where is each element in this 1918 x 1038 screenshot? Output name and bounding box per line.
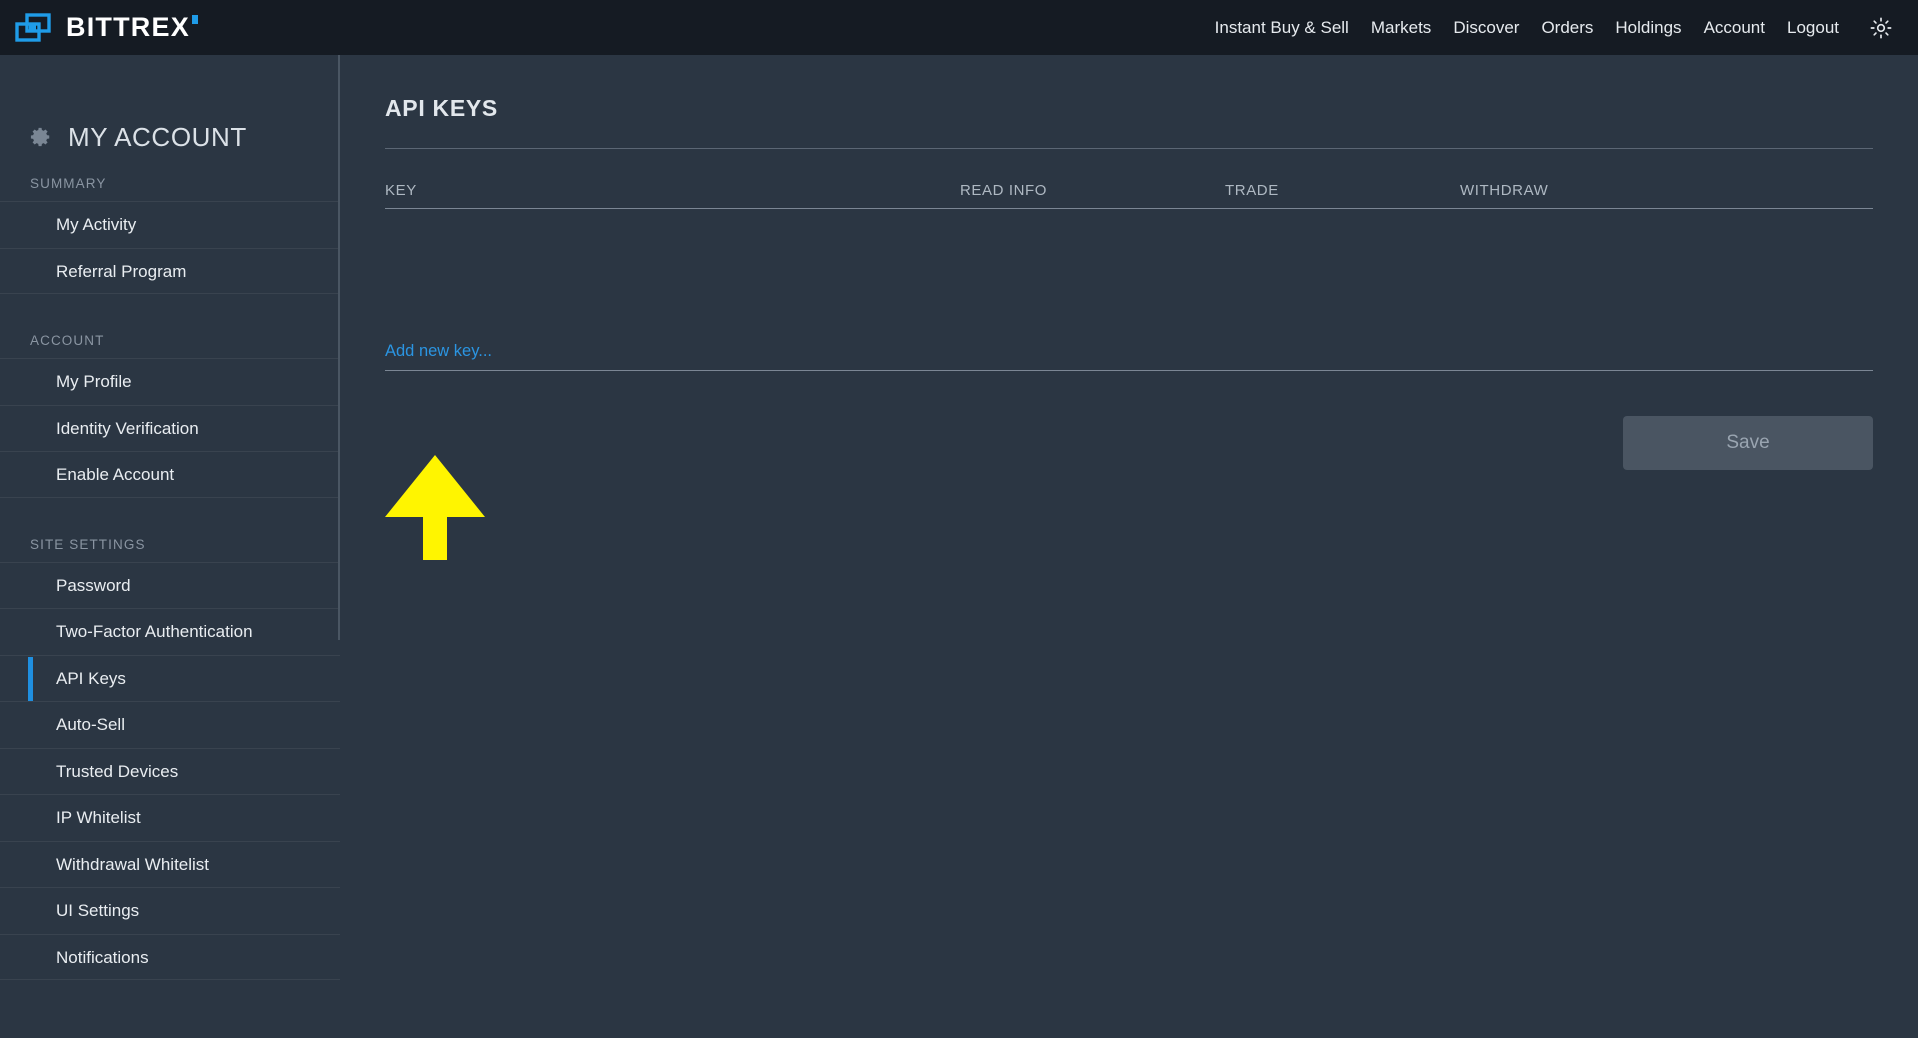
sidebar-item-label: Notifications [56,947,149,967]
nav-item-orders[interactable]: Orders [1530,0,1604,55]
title-divider [385,148,1873,149]
account-sidebar: MY ACCOUNT SUMMARY My Activity Referral … [0,55,340,1038]
sidebar-item-identity-verification[interactable]: Identity Verification [0,404,340,452]
sidebar-item-password[interactable]: Password [0,561,340,609]
sidebar-item-my-activity[interactable]: My Activity [0,201,340,248]
sidebar-section-label-account: ACCOUNT [30,333,105,348]
save-row: Save [340,371,1918,470]
add-new-key-row: Add new key... [385,342,1873,371]
api-keys-table-body [340,209,1918,342]
brand-name: BITTREX [66,14,198,41]
sidebar-item-label: Referral Program [56,261,187,281]
sidebar-item-auto-sell[interactable]: Auto-Sell [0,701,340,748]
sun-icon[interactable] [1868,15,1894,41]
sidebar-item-two-factor-authentication[interactable]: Two-Factor Authentication [0,608,340,655]
add-new-key-link[interactable]: Add new key... [385,342,492,361]
sidebar-title-label: MY ACCOUNT [68,121,247,152]
sidebar-item-referral-program[interactable]: Referral Program [0,247,340,294]
nav-item-account[interactable]: Account [1693,0,1776,55]
sidebar-item-label: IP Whitelist [56,808,141,827]
nav-item-instant-buy-sell[interactable]: Instant Buy & Sell [1204,0,1360,55]
brand-accent-tick [191,15,198,24]
sidebar-section-label-site-settings: SITE SETTINGS [30,536,146,552]
sidebar-group-site-settings: SITE SETTINGS Password Two-Factor Authen… [0,528,340,980]
column-header-key: KEY [385,182,417,199]
sidebar-group-account: ACCOUNT My Profile Identity Verification… [0,324,340,498]
gear-icon [30,126,52,148]
sidebar-item-label: Two-Factor Authentication [56,622,253,641]
sidebar-section-label-summary: SUMMARY [30,176,107,191]
sidebar-item-my-profile[interactable]: My Profile [0,358,340,405]
sidebar-item-label: UI Settings [56,901,140,920]
top-navigation: Instant Buy & Sell Markets Discover Orde… [1204,0,1902,55]
bittrex-logo-icon [14,12,52,43]
sidebar-item-enable-account[interactable]: Enable Account [0,451,340,498]
nav-item-markets[interactable]: Markets [1360,0,1442,55]
column-header-withdraw: WITHDRAW [1460,182,1549,199]
sidebar-item-ui-settings[interactable]: UI Settings [0,887,340,934]
sidebar-item-label: Identity Verification [56,418,199,438]
sidebar-item-api-keys[interactable]: API Keys [0,654,340,701]
sidebar-item-label: Withdrawal Whitelist [56,854,210,874]
sidebar-item-label: Enable Account [56,465,175,484]
sidebar-header: MY ACCOUNT [0,55,340,167]
sidebar-item-label: Trusted Devices [56,761,179,781]
column-header-trade: TRADE [1225,182,1279,199]
sidebar-group-summary: SUMMARY My Activity Referral Program [0,167,340,294]
sidebar-item-label: My Profile [56,372,132,391]
sidebar-item-withdrawal-whitelist[interactable]: Withdrawal Whitelist [0,840,340,888]
brand-logo[interactable]: BITTREX [14,0,198,55]
sidebar-item-label: API Keys [56,668,126,688]
page-title: API KEYS [385,95,498,121]
sidebar-item-label: Password [56,575,131,595]
sidebar-item-label: My Activity [56,215,137,234]
sidebar-item-notifications[interactable]: Notifications [0,933,340,980]
nav-item-holdings[interactable]: Holdings [1604,0,1692,55]
nav-item-discover[interactable]: Discover [1442,0,1530,55]
sidebar-item-label: Auto-Sell [56,715,125,734]
sidebar-item-trusted-devices[interactable]: Trusted Devices [0,747,340,795]
sidebar-item-ip-whitelist[interactable]: IP Whitelist [0,794,340,841]
top-header-bar: BITTREX Instant Buy & Sell Markets Disco… [0,0,1918,55]
main-content: API KEYS KEY READ INFO TRADE WITHDRAW Ad… [340,55,1918,1038]
nav-item-logout[interactable]: Logout [1776,0,1850,55]
column-header-read-info: READ INFO [960,182,1048,199]
api-keys-table-header: KEY READ INFO TRADE WITHDRAW [385,182,1873,209]
save-button[interactable]: Save [1623,416,1873,470]
